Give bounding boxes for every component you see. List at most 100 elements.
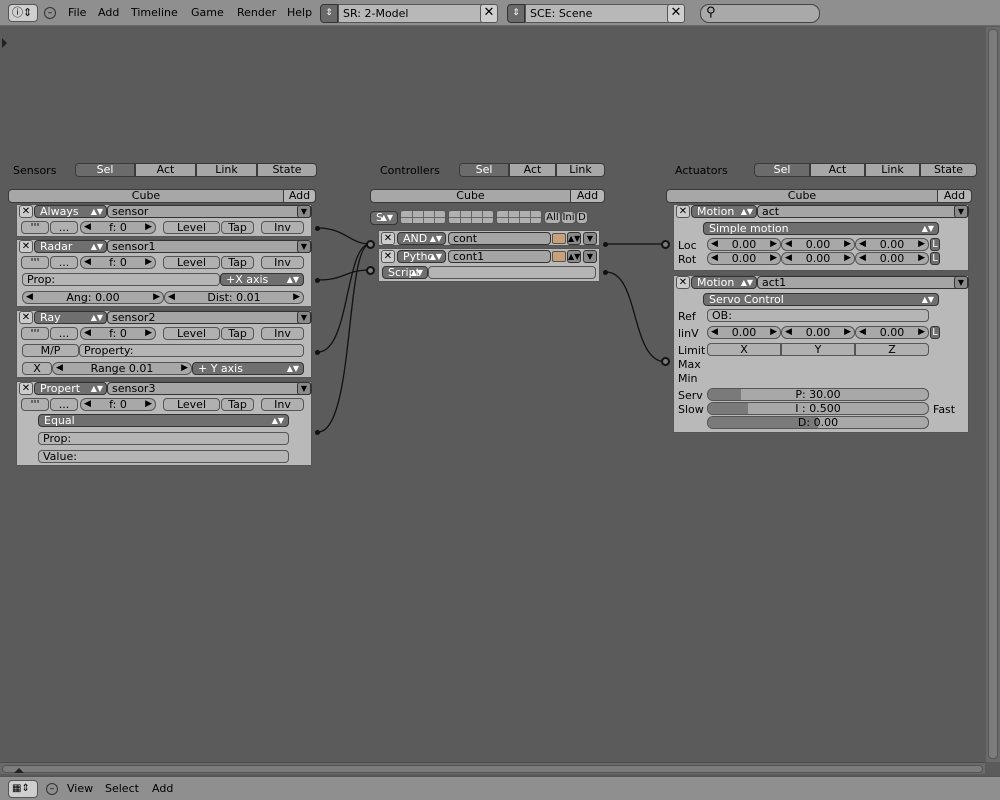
linv-x-field[interactable]: ◀ 0.00 ▶	[707, 326, 781, 339]
tap-button[interactable]: Tap	[221, 256, 254, 269]
pulse-false-button[interactable]: ...	[50, 398, 78, 411]
limit-z-toggle[interactable]: Z	[855, 343, 929, 356]
collapse-arrow-icon[interactable]: ▼	[297, 240, 311, 253]
controller-type-select[interactable]: AND ▲▼	[397, 232, 446, 245]
axis-select[interactable]: +X axis ▲▼	[220, 273, 304, 286]
linv-y-field[interactable]: ◀ 0.00 ▶	[781, 326, 855, 339]
sensors-tab-link[interactable]: Link	[196, 163, 257, 177]
loc-local-toggle[interactable]: L	[930, 238, 940, 251]
level-button[interactable]: Level	[163, 327, 220, 340]
controller-name-field[interactable]: cont1	[448, 250, 551, 263]
property-field[interactable]: Property:	[79, 344, 304, 357]
actuators-tab-state[interactable]: State	[920, 163, 977, 177]
vertical-scrollbar[interactable]	[986, 27, 1000, 762]
collapse-arrow-icon[interactable]: ▼	[583, 232, 597, 245]
bookmark-icon[interactable]	[552, 233, 566, 244]
material-property-toggle[interactable]: M/P	[22, 344, 79, 357]
initial-state-button[interactable]: Ini	[561, 211, 576, 224]
actuators-object-bar[interactable]: Cube	[666, 189, 938, 203]
controllers-tab-sel[interactable]: Sel	[459, 163, 509, 177]
tap-button[interactable]: Tap	[221, 327, 254, 340]
limit-y-toggle[interactable]: Y	[781, 343, 855, 356]
script-field[interactable]	[428, 266, 596, 279]
actuator-name-field[interactable]: act1	[757, 276, 969, 289]
tap-button[interactable]: Tap	[221, 398, 254, 411]
controller-input-socket[interactable]	[366, 240, 375, 249]
sensors-tab-state[interactable]: State	[257, 163, 317, 177]
menu-select[interactable]: Select	[105, 782, 139, 795]
pulse-true-button[interactable]: '''	[21, 256, 49, 269]
sensor-output-socket[interactable]	[315, 350, 320, 355]
actuators-tab-act[interactable]: Act	[810, 163, 865, 177]
delete-icon[interactable]: ✕	[19, 205, 33, 218]
actuator-name-field[interactable]: act	[757, 205, 969, 218]
menu-add[interactable]: Add	[152, 782, 173, 795]
delete-icon[interactable]: ✕	[19, 240, 33, 253]
axis-select[interactable]: + Y axis ▲▼	[192, 362, 304, 375]
delete-icon[interactable]: ✕	[381, 232, 395, 245]
controller-name-field[interactable]: cont	[448, 232, 551, 245]
sensor-name-field[interactable]: sensor2	[107, 311, 312, 324]
sensor-output-socket[interactable]	[315, 226, 320, 231]
actuators-tab-link[interactable]: Link	[865, 163, 920, 177]
loc-y-field[interactable]: ◀ 0.00 ▶	[781, 238, 855, 251]
updown-icon[interactable]: ▲▼	[567, 250, 581, 263]
tap-button[interactable]: Tap	[221, 221, 254, 234]
area-split-icon[interactable]	[14, 768, 24, 773]
motion-mode-select[interactable]: Servo Control ▲▼	[703, 293, 939, 306]
sensor-type-select[interactable]: Ray ▲▼	[34, 311, 107, 324]
delete-icon[interactable]: ✕	[19, 382, 33, 395]
loc-x-field[interactable]: ◀ 0.00 ▶	[707, 238, 781, 251]
p-slider[interactable]: P: 30.00	[707, 388, 929, 401]
limit-x-toggle[interactable]: X	[707, 343, 781, 356]
pulse-false-button[interactable]: ...	[50, 256, 78, 269]
pulse-true-button[interactable]: '''	[21, 398, 49, 411]
bookmark-icon[interactable]	[552, 251, 566, 262]
delete-icon[interactable]: ✕	[19, 311, 33, 324]
script-select[interactable]: Script ▲▼	[382, 266, 428, 279]
frequency-field[interactable]: ◀ f: 0 ▶	[80, 221, 156, 234]
level-button[interactable]: Level	[163, 256, 220, 269]
level-button[interactable]: Level	[163, 398, 220, 411]
sensor-name-field[interactable]: sensor3	[107, 382, 312, 395]
controllers-object-bar[interactable]: Cube	[370, 189, 571, 203]
d-slider[interactable]: D: 0.00	[707, 416, 929, 429]
sensors-object-bar[interactable]: Cube	[8, 189, 284, 203]
rot-local-toggle[interactable]: L	[930, 252, 940, 265]
state-select[interactable]: S ▲▼	[370, 211, 398, 225]
sensor-name-field[interactable]: sensor1	[107, 240, 312, 253]
rot-z-field[interactable]: ◀ 0.00 ▶	[855, 252, 929, 265]
controllers-tab-link[interactable]: Link	[556, 163, 605, 177]
collapse-arrow-icon[interactable]: ▼	[297, 382, 311, 395]
controller-type-select[interactable]: Pytho ▲▼	[397, 250, 446, 263]
range-field[interactable]: ◀ Range 0.01 ▶	[52, 362, 192, 375]
property-field[interactable]: Prop:	[38, 432, 289, 445]
editor-type-icon[interactable]: ▦⇕	[8, 780, 38, 798]
collapse-arrow-icon[interactable]: ▼	[297, 205, 311, 218]
state-grid-2[interactable]	[448, 210, 494, 224]
sensors-tab-sel[interactable]: Sel	[75, 163, 135, 177]
loc-z-field[interactable]: ◀ 0.00 ▶	[855, 238, 929, 251]
debug-button[interactable]: D	[576, 211, 588, 224]
controllers-add-button[interactable]: Add	[570, 189, 605, 203]
evaluation-mode-select[interactable]: Equal ▲▼	[38, 414, 289, 427]
property-field[interactable]: Prop:	[22, 273, 220, 286]
actuator-type-select[interactable]: Motion ▲▼	[691, 205, 757, 218]
i-slider[interactable]: I : 0.500	[707, 402, 929, 415]
delete-icon[interactable]: ✕	[676, 205, 690, 218]
all-states-button[interactable]: All	[544, 211, 561, 224]
sensor-name-field[interactable]: sensor	[107, 205, 312, 218]
collapse-arrow-icon[interactable]: ▼	[583, 250, 597, 263]
state-grid-3[interactable]	[496, 210, 542, 224]
sensors-add-button[interactable]: Add	[283, 189, 316, 203]
sensor-type-select[interactable]: Radar ▲▼	[34, 240, 107, 253]
frequency-field[interactable]: ◀ f: 0 ▶	[80, 256, 156, 269]
pulse-true-button[interactable]: '''	[21, 221, 49, 234]
controller-output-socket[interactable]	[603, 270, 608, 275]
vertical-scroll-thumb[interactable]	[988, 29, 998, 759]
collapse-arrow-icon[interactable]: ▼	[954, 205, 968, 218]
state-grid-1[interactable]	[400, 210, 446, 224]
actuators-add-button[interactable]: Add	[937, 189, 972, 203]
invert-button[interactable]: Inv	[261, 221, 304, 234]
horizontal-scrollbar[interactable]	[0, 762, 985, 774]
